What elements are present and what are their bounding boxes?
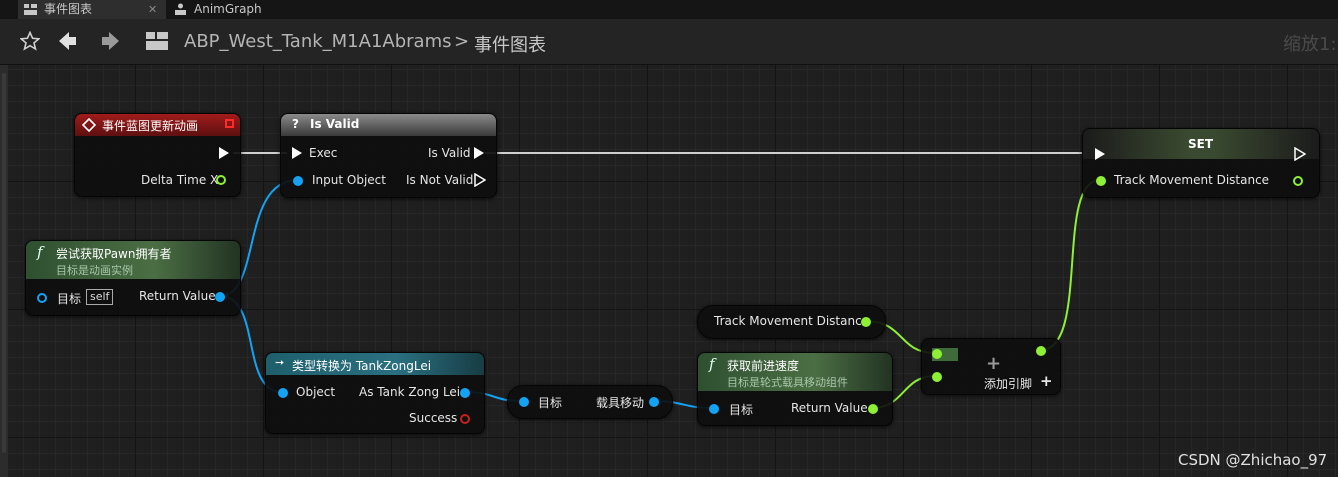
target-label: 目标: [729, 403, 754, 417]
object-label: Object: [296, 385, 336, 399]
question-icon: ?: [292, 117, 299, 131]
input-object-label: Input Object: [312, 173, 386, 187]
node-subtitle: 目标是轮式载具移动组件: [727, 376, 848, 389]
add-pin-label[interactable]: 添加引脚: [984, 375, 1032, 392]
add-output-pin[interactable]: [1036, 346, 1046, 356]
return-value-label: Return Value: [139, 289, 216, 303]
node-subtitle: 目标是动画实例: [56, 264, 133, 277]
set-node[interactable]: SET Track Movement Distance: [1082, 128, 1320, 198]
is-not-valid-label: Is Not Valid: [406, 173, 474, 187]
success-pin[interactable]: [460, 414, 470, 424]
float-wire-add-set: [1040, 179, 1101, 351]
node-title: 类型转换为 TankZongLei: [292, 359, 432, 373]
vehicle-movement-label: 载具移动: [596, 396, 645, 410]
target-in-pin[interactable]: [709, 404, 719, 414]
input-object-pin[interactable]: [293, 176, 303, 186]
delta-time-label: Delta Time X: [141, 173, 219, 187]
is-valid-exec-pin[interactable]: [474, 147, 484, 159]
is-not-valid-exec-pin[interactable]: [474, 173, 486, 187]
target-in-pin[interactable]: [519, 397, 529, 407]
variable-label: Track Movement Distance: [714, 314, 870, 328]
get-forward-speed-node[interactable]: f 获取前进速度 目标是轮式载具移动组件 目标 Return Value: [697, 352, 893, 426]
as-tank-zong-lei-label: As Tank Zong Lei: [359, 385, 461, 399]
exec-in-pin[interactable]: [292, 147, 302, 159]
success-label: Success: [409, 411, 458, 425]
event-node-blueprint-update-animation[interactable]: 事件蓝图更新动画 Delta Time X: [74, 113, 241, 197]
exec-label: Exec: [309, 146, 338, 160]
function-icon: f: [709, 355, 715, 373]
return-value-pin[interactable]: [215, 292, 225, 302]
as-tank-zong-lei-pin[interactable]: [460, 388, 470, 398]
return-value-pin[interactable]: [868, 404, 878, 414]
target-label: 目标: [538, 396, 563, 410]
exec-out-pin[interactable]: [219, 147, 229, 159]
self-default-value[interactable]: self: [86, 289, 114, 305]
add-node[interactable]: + 添加引脚 +: [921, 338, 1061, 395]
node-title: 尝试获取Pawn拥有者: [56, 247, 172, 261]
add-input-a-pin[interactable]: [932, 349, 942, 359]
node-title: SET: [1188, 137, 1214, 151]
target-label: 目标: [57, 292, 82, 306]
try-get-pawn-owner-node[interactable]: f 尝试获取Pawn拥有者 目标是动画实例 目标 self Return Val…: [25, 240, 241, 316]
event-diamond-icon: [82, 118, 96, 132]
watermark: CSDN @Zhichao_97: [1178, 451, 1328, 469]
track-movement-distance-out-pin[interactable]: [1293, 176, 1303, 186]
is-valid-label: Is Valid: [428, 146, 471, 160]
return-value-label: Return Value: [791, 401, 868, 415]
get-vehicle-movement-node[interactable]: 目标 载具移动: [507, 385, 673, 419]
track-movement-distance-label: Track Movement Distance: [1114, 173, 1270, 187]
cast-to-tankzonglei-node[interactable]: ➙ 类型转换为 TankZongLei Object As Tank Zong …: [265, 352, 485, 434]
object-in-pin[interactable]: [278, 388, 288, 398]
exec-in-pin[interactable]: [1095, 148, 1105, 160]
function-icon: f: [37, 243, 43, 261]
add-input-b-pin[interactable]: [932, 372, 942, 382]
add-pin-plus-icon[interactable]: +: [1040, 372, 1053, 390]
node-title: Is Valid: [310, 117, 360, 131]
delegate-pin-icon[interactable]: [225, 119, 234, 128]
get-track-movement-distance-node[interactable]: Track Movement Distance: [697, 305, 886, 339]
is-valid-node[interactable]: ? Is Valid Exec Is Valid Input Object Is…: [280, 113, 497, 198]
node-title: 事件蓝图更新动画: [102, 119, 199, 133]
delta-time-pin[interactable]: [216, 175, 226, 185]
exec-out-pin[interactable]: [1294, 147, 1306, 161]
variable-out-pin[interactable]: [861, 317, 871, 327]
node-title: 获取前进速度: [727, 359, 800, 373]
cast-arrow-icon: ➙: [275, 356, 285, 369]
track-movement-distance-in-pin[interactable]: [1096, 176, 1106, 186]
vehicle-movement-out-pin[interactable]: [649, 397, 659, 407]
target-in-pin[interactable]: [37, 293, 47, 303]
add-operator-icon: +: [986, 353, 1002, 374]
